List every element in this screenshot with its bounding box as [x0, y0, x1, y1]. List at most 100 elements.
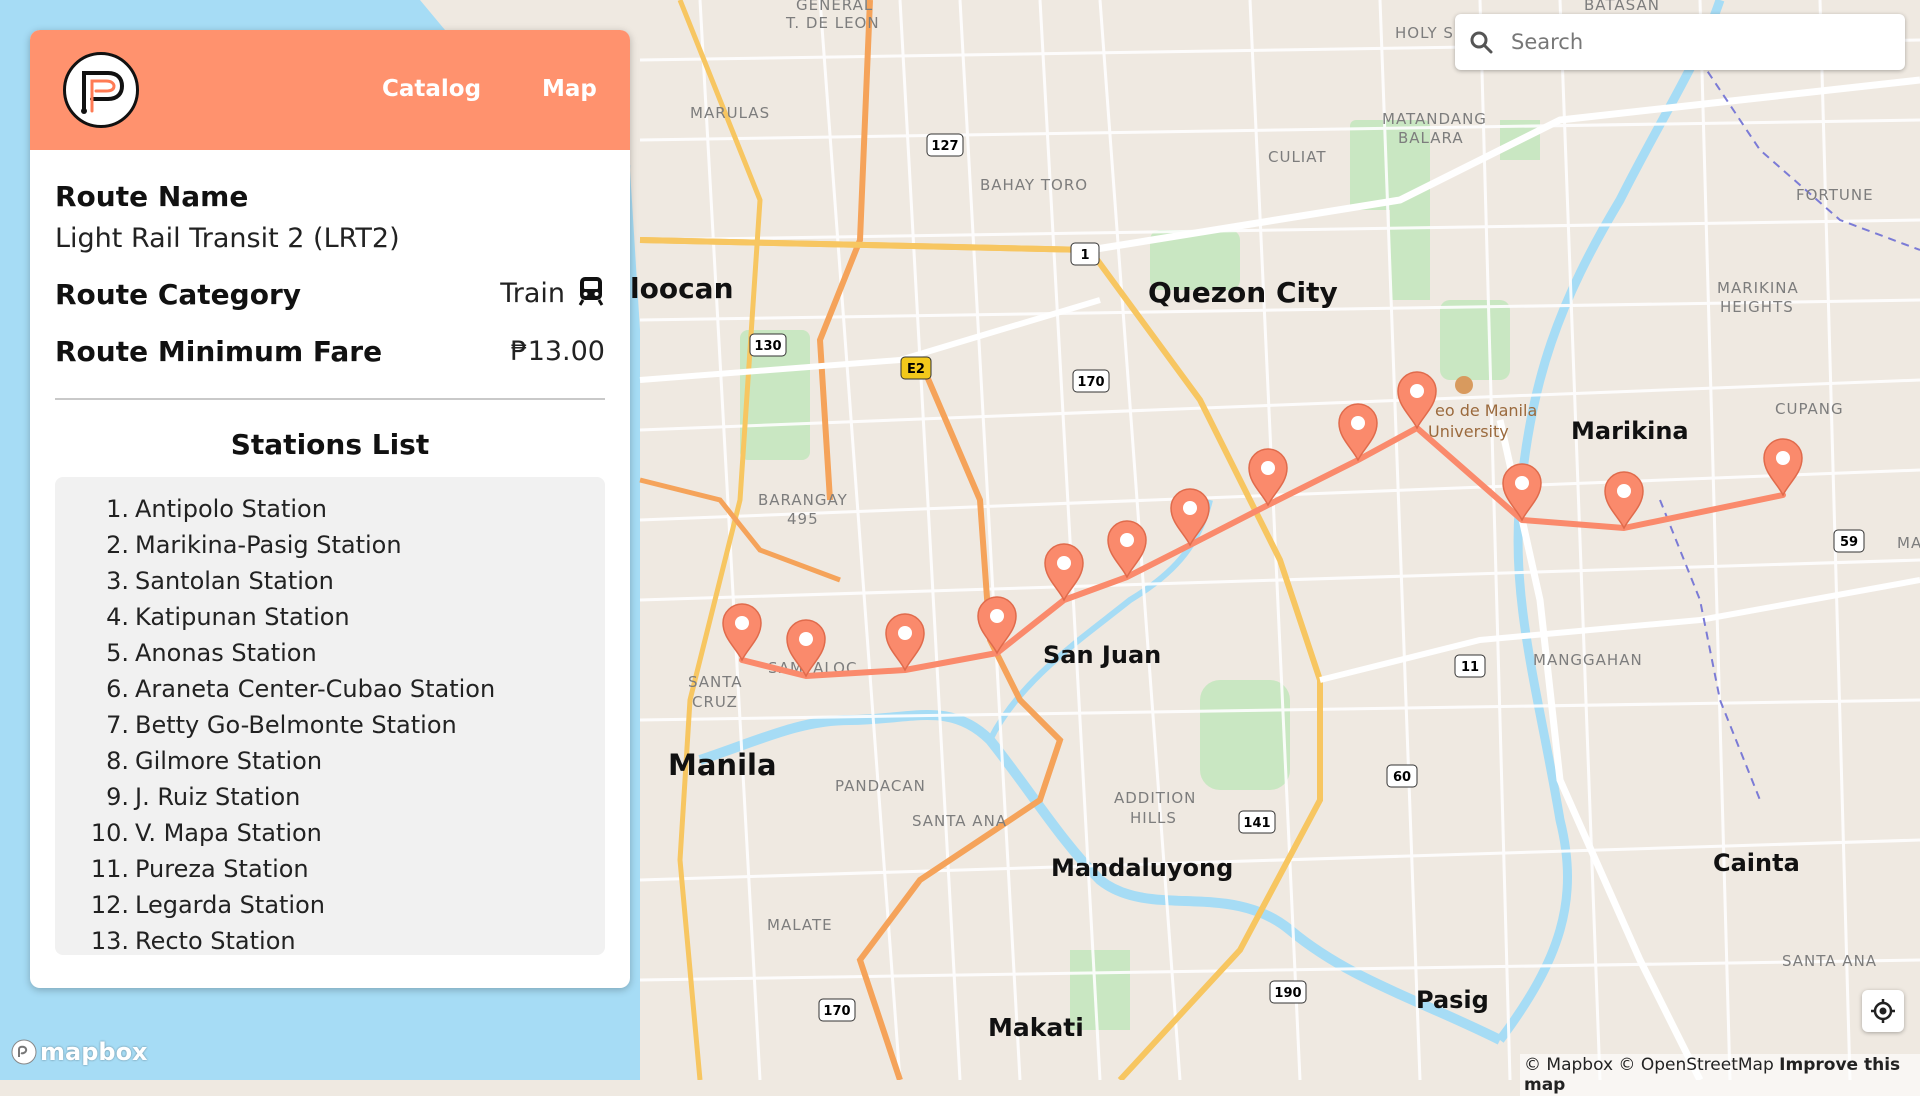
svg-text:CUPANG: CUPANG — [1775, 400, 1844, 418]
station-number: 12. — [90, 891, 129, 919]
station-name: Betty Go-Belmonte Station — [135, 711, 457, 739]
svg-text:170: 170 — [823, 1004, 850, 1019]
route-fare-label: Route Minimum Fare — [55, 335, 383, 368]
station-list-item[interactable]: 2. Marikina-Pasig Station — [55, 527, 605, 563]
label-san-juan: San Juan — [1043, 641, 1161, 669]
train-icon — [577, 276, 605, 313]
svg-text:BATASAN: BATASAN — [1584, 0, 1660, 14]
route-category-label: Route Category — [55, 278, 302, 311]
svg-text:eo de Manila: eo de Manila — [1435, 401, 1537, 420]
stations-list[interactable]: 1. Antipolo Station 2. Marikina-Pasig Stati… — [55, 477, 605, 955]
svg-text:11: 11 — [1461, 660, 1479, 675]
divider — [55, 398, 605, 400]
svg-text:E2: E2 — [907, 362, 925, 377]
app-logo[interactable] — [63, 52, 139, 128]
svg-text:SANTA ANA: SANTA ANA — [1782, 952, 1877, 970]
svg-text:495: 495 — [787, 510, 819, 528]
svg-text:141: 141 — [1243, 816, 1270, 831]
route-category-row: Route Category Train — [55, 276, 605, 313]
station-number: 6. — [106, 675, 129, 703]
route-category-value: Train — [500, 276, 605, 313]
search-box[interactable] — [1455, 14, 1905, 70]
station-number: 10. — [90, 819, 129, 847]
svg-text:190: 190 — [1274, 986, 1301, 1001]
svg-text:59: 59 — [1840, 535, 1858, 550]
panel-header: Catalog Map — [30, 30, 630, 150]
route-info-panel: Catalog Map Route Name Light Rail Transi… — [30, 30, 630, 988]
mapbox-wordmark: mapbox — [40, 1038, 148, 1066]
station-list-item[interactable]: 10. V. Mapa Station — [55, 815, 605, 851]
label-marikina: Marikina — [1571, 417, 1689, 445]
attribution-text[interactable]: © Mapbox © OpenStreetMap — [1524, 1055, 1774, 1075]
crosshair-icon — [1871, 999, 1895, 1023]
label-caloocan: loocan — [630, 272, 734, 305]
svg-text:1: 1 — [1080, 248, 1089, 263]
svg-text:MATANDANG: MATANDANG — [1382, 110, 1487, 128]
station-name: Santolan Station — [135, 567, 334, 595]
search-input[interactable] — [1509, 29, 1873, 55]
station-list-item[interactable]: 3. Santolan Station — [55, 563, 605, 599]
svg-text:PANDACAN: PANDACAN — [835, 777, 926, 795]
svg-text:T. DE LEON: T. DE LEON — [785, 14, 880, 32]
station-list-item[interactable]: 11. Pureza Station — [55, 851, 605, 887]
station-list-item[interactable]: 9. J. Ruiz Station — [55, 779, 605, 815]
station-name: Anonas Station — [135, 639, 317, 667]
svg-text:HEIGHTS: HEIGHTS — [1720, 298, 1794, 316]
nav-catalog-link[interactable]: Catalog — [382, 76, 481, 102]
station-number: 5. — [106, 639, 129, 667]
station-list-item[interactable]: 13. Recto Station — [55, 923, 605, 955]
svg-text:HOLY SI: HOLY SI — [1395, 24, 1459, 42]
mapbox-logo[interactable]: mapbox — [10, 1038, 148, 1066]
park-3 — [1200, 680, 1290, 790]
map-attribution[interactable]: © Mapbox © OpenStreetMap Improve this ma… — [1520, 1054, 1920, 1096]
station-number: 4. — [106, 603, 129, 631]
svg-text:170: 170 — [1077, 375, 1104, 390]
route-name-label: Route Name — [55, 180, 249, 213]
svg-text:60: 60 — [1393, 770, 1411, 785]
station-list-item[interactable]: 6. Araneta Center-Cubao Station — [55, 671, 605, 707]
station-name: Gilmore Station — [135, 747, 323, 775]
svg-text:University: University — [1428, 422, 1509, 441]
label-pasig: Pasig — [1416, 986, 1489, 1014]
station-name: J. Ruiz Station — [135, 783, 301, 811]
svg-text:SANTA: SANTA — [688, 673, 743, 691]
station-number: 11. — [90, 855, 129, 883]
station-number: 3. — [106, 567, 129, 595]
park-8 — [1390, 200, 1430, 300]
station-number: 9. — [106, 783, 129, 811]
geolocate-button[interactable] — [1862, 990, 1904, 1032]
svg-text:ADDITION: ADDITION — [1114, 789, 1196, 807]
svg-text:BALARA: BALARA — [1398, 129, 1464, 147]
svg-text:FORTUNE: FORTUNE — [1796, 186, 1874, 204]
svg-text:CRUZ: CRUZ — [692, 693, 738, 711]
svg-text:BAHAY TORO: BAHAY TORO — [980, 176, 1088, 194]
station-list-item[interactable]: 4. Katipunan Station — [55, 599, 605, 635]
svg-text:GENERAL: GENERAL — [796, 0, 873, 14]
svg-text:BARANGAY: BARANGAY — [758, 491, 848, 509]
station-list-item[interactable]: 5. Anonas Station — [55, 635, 605, 671]
station-number: 8. — [106, 747, 129, 775]
station-name: Marikina-Pasig Station — [135, 531, 402, 559]
route-category-text: Train — [500, 278, 565, 309]
label-mandaluyong: Mandaluyong — [1051, 854, 1233, 882]
station-name: Araneta Center-Cubao Station — [135, 675, 496, 703]
label-quezon-city: Quezon City — [1148, 276, 1338, 309]
station-list-item[interactable]: 8. Gilmore Station — [55, 743, 605, 779]
nav-map-link[interactable]: Map — [542, 76, 597, 102]
station-number: 2. — [106, 531, 129, 559]
station-list-item[interactable]: 1. Antipolo Station — [55, 491, 605, 527]
route-fare-row: Route Minimum Fare ₱13.00 — [55, 335, 605, 368]
station-name: V. Mapa Station — [135, 819, 322, 847]
park-6 — [1440, 300, 1510, 380]
route-name-value: Light Rail Transit 2 (LRT2) — [55, 223, 400, 254]
svg-text:MAM: MAM — [1897, 534, 1920, 552]
label-makati: Makati — [988, 1013, 1084, 1042]
route-details: Route Name Light Rail Transit 2 (LRT2) R… — [30, 150, 630, 368]
label-cainta: Cainta — [1713, 849, 1800, 877]
station-list-item[interactable]: 7. Betty Go-Belmonte Station — [55, 707, 605, 743]
label-manila: Manila — [668, 748, 777, 782]
station-name: Pureza Station — [135, 855, 309, 883]
station-list-item[interactable]: 12. Legarda Station — [55, 887, 605, 923]
station-name: Legarda Station — [135, 891, 325, 919]
svg-text:MALATE: MALATE — [767, 916, 833, 934]
